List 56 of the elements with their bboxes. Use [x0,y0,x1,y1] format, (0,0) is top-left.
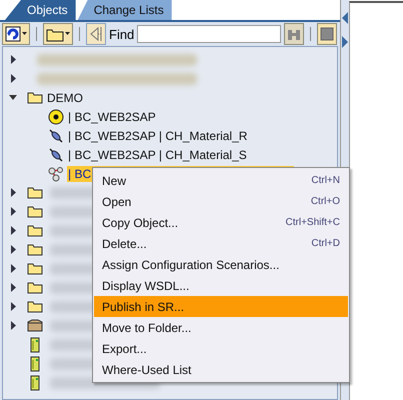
collapsed-triangle-icon[interactable] [9,321,18,330]
tab[interactable]: Objects [5,0,76,20]
collapsed-triangle-icon[interactable] [9,74,18,83]
shortcut-label: Ctrl+N [311,175,340,186]
shortcut-label: Ctrl+O [310,196,340,207]
plug-icon [48,146,64,162]
menu-item[interactable]: Display WSDL... [94,275,348,296]
box-icon [27,318,43,334]
folder-icon [27,298,43,314]
find-field[interactable] [137,25,282,43]
tree-item[interactable]: | BC_WEB2SAP | CH_Material_R [67,128,248,144]
dropdown-caret-icon [65,32,70,36]
refresh-icon [5,26,21,42]
find-label: Find [109,26,134,42]
tree-item[interactable]: | BC_WEB2SAP [67,108,156,124]
tab[interactable]: Change Lists [78,0,172,20]
menu-item[interactable]: Delete... Ctrl+D [94,233,348,254]
folder-icon [27,90,43,106]
dropdown-caret-icon [22,32,27,36]
tree-item[interactable]: | BC_WEB2SAP | CH_Material_S [67,146,247,162]
back-button[interactable] [86,23,106,45]
plug-icon [48,128,64,144]
collapsed-triangle-icon[interactable] [9,302,18,311]
folder-button[interactable] [43,23,73,45]
menu-item[interactable]: Open Ctrl+O [94,191,348,212]
collapsed-triangle-icon[interactable] [9,188,18,197]
menu-item[interactable]: Export... [94,338,348,359]
folder-icon [27,222,43,238]
square-icon [320,27,334,41]
folder-icon [27,260,43,276]
folder-icon [27,184,43,200]
collapsed-triangle-icon[interactable] [9,245,18,254]
folder-icon [46,26,64,42]
expanded-triangle-icon[interactable] [9,93,18,102]
menu-item[interactable]: Copy Object... Ctrl+Shift+C [94,212,348,233]
collapsed-triangle-icon[interactable] [9,264,18,273]
target-icon [48,108,64,124]
refresh-button[interactable] [2,23,30,45]
collapsed-triangle-icon[interactable] [9,55,18,64]
tree-item[interactable]: DEMO [46,90,83,106]
arrow-left-icon [89,26,103,42]
menu-item[interactable]: Where-Used List [94,359,348,380]
folder-icon [27,280,43,296]
molecule-icon [48,166,64,182]
shortcut-label: Ctrl+Shift+C [286,217,340,228]
stop-button[interactable] [317,23,338,45]
menu-item[interactable]: Publish in SR... [94,296,348,317]
menu-item[interactable]: Assign Configuration Scenarios... [94,254,348,275]
menu-item[interactable]: Move to Folder... [94,317,348,338]
shortcut-label: Ctrl+D [311,238,340,249]
collapsed-triangle-icon[interactable] [9,207,18,216]
folder-icon [27,242,43,258]
menu-item[interactable]: New Ctrl+N [94,170,348,191]
collapsed-triangle-icon[interactable] [9,283,18,292]
collapsed-triangle-icon[interactable] [9,226,18,235]
folder-icon [27,204,43,220]
